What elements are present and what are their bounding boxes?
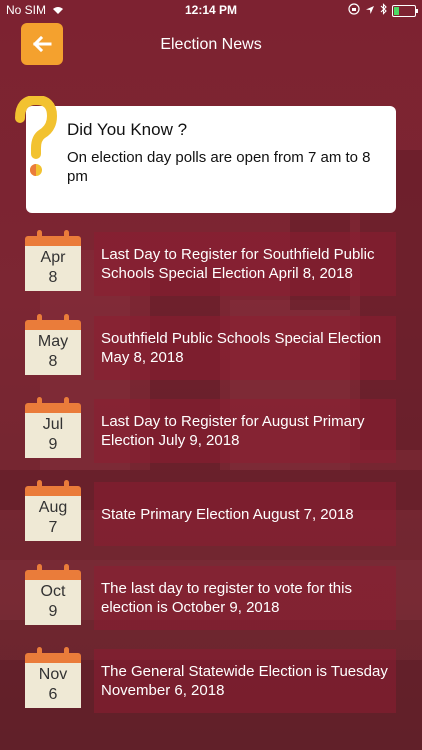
did-you-know-title: Did You Know ? (67, 120, 188, 139)
event-text-label: Last Day to Register for August Primary … (101, 413, 365, 449)
calendar-icon: Oct 9 (25, 564, 81, 625)
event-month: Jul (42, 416, 64, 433)
event-day: 9 (48, 603, 58, 620)
event-item[interactable]: Apr 8 Last Day to Register for Southfiel… (23, 230, 396, 296)
event-month: Nov (38, 666, 68, 683)
event-item[interactable]: Oct 9 The last day to register to vote f… (23, 564, 396, 630)
did-you-know-body: On election day polls are open from 7 am… (67, 149, 371, 185)
event-item[interactable]: Aug 7 State Primary Election August 7, 2… (23, 480, 396, 546)
status-right (348, 3, 418, 18)
event-day: 8 (48, 353, 58, 370)
event-day: 7 (48, 519, 58, 536)
event-text-label: Last Day to Register for Southfield Publ… (101, 246, 375, 282)
event-text: The last day to register to vote for thi… (101, 566, 393, 630)
event-item[interactable]: Nov 6 The General Statewide Election is … (23, 647, 396, 713)
location-icon (365, 4, 375, 18)
page-title: Election News (160, 36, 262, 53)
event-month: Oct (40, 583, 66, 600)
event-text-label: Southfield Public Schools Special Electi… (101, 330, 382, 366)
event-text-label: State Primary Election August 7, 2018 (101, 505, 354, 523)
orientation-lock-icon (348, 3, 360, 18)
event-text: Southfield Public Schools Special Electi… (101, 316, 393, 380)
event-text-label: The last day to register to vote for thi… (101, 580, 352, 616)
did-you-know-card: Did You Know ? On election day polls are… (26, 106, 396, 213)
calendar-icon: Jul 9 (25, 397, 81, 458)
calendar-icon: Aug 7 (25, 480, 81, 541)
event-item[interactable]: May 8 Southfield Public Schools Special … (23, 314, 396, 380)
status-bar: No SIM 12:14 PM (0, 0, 422, 20)
bluetooth-icon (380, 3, 387, 18)
event-day: 6 (48, 686, 58, 703)
event-text: The General Statewide Election is Tuesda… (101, 649, 393, 713)
event-text: State Primary Election August 7, 2018 (101, 482, 393, 546)
event-text-label: The General Statewide Election is Tuesda… (101, 663, 388, 699)
event-text: Last Day to Register for Southfield Publ… (101, 232, 393, 296)
calendar-icon: Nov 6 (25, 647, 81, 708)
event-month: May (37, 333, 69, 350)
battery-icon (392, 4, 418, 17)
question-mark-icon (15, 96, 58, 176)
event-month: Apr (40, 249, 66, 266)
calendar-icon: Apr 8 (25, 230, 81, 291)
event-day: 8 (48, 269, 58, 286)
event-item[interactable]: Jul 9 Last Day to Register for August Pr… (23, 397, 396, 463)
event-month: Aug (38, 499, 68, 516)
event-day: 9 (48, 436, 58, 453)
event-text: Last Day to Register for August Primary … (101, 399, 393, 463)
calendar-icon: May 8 (25, 314, 81, 375)
